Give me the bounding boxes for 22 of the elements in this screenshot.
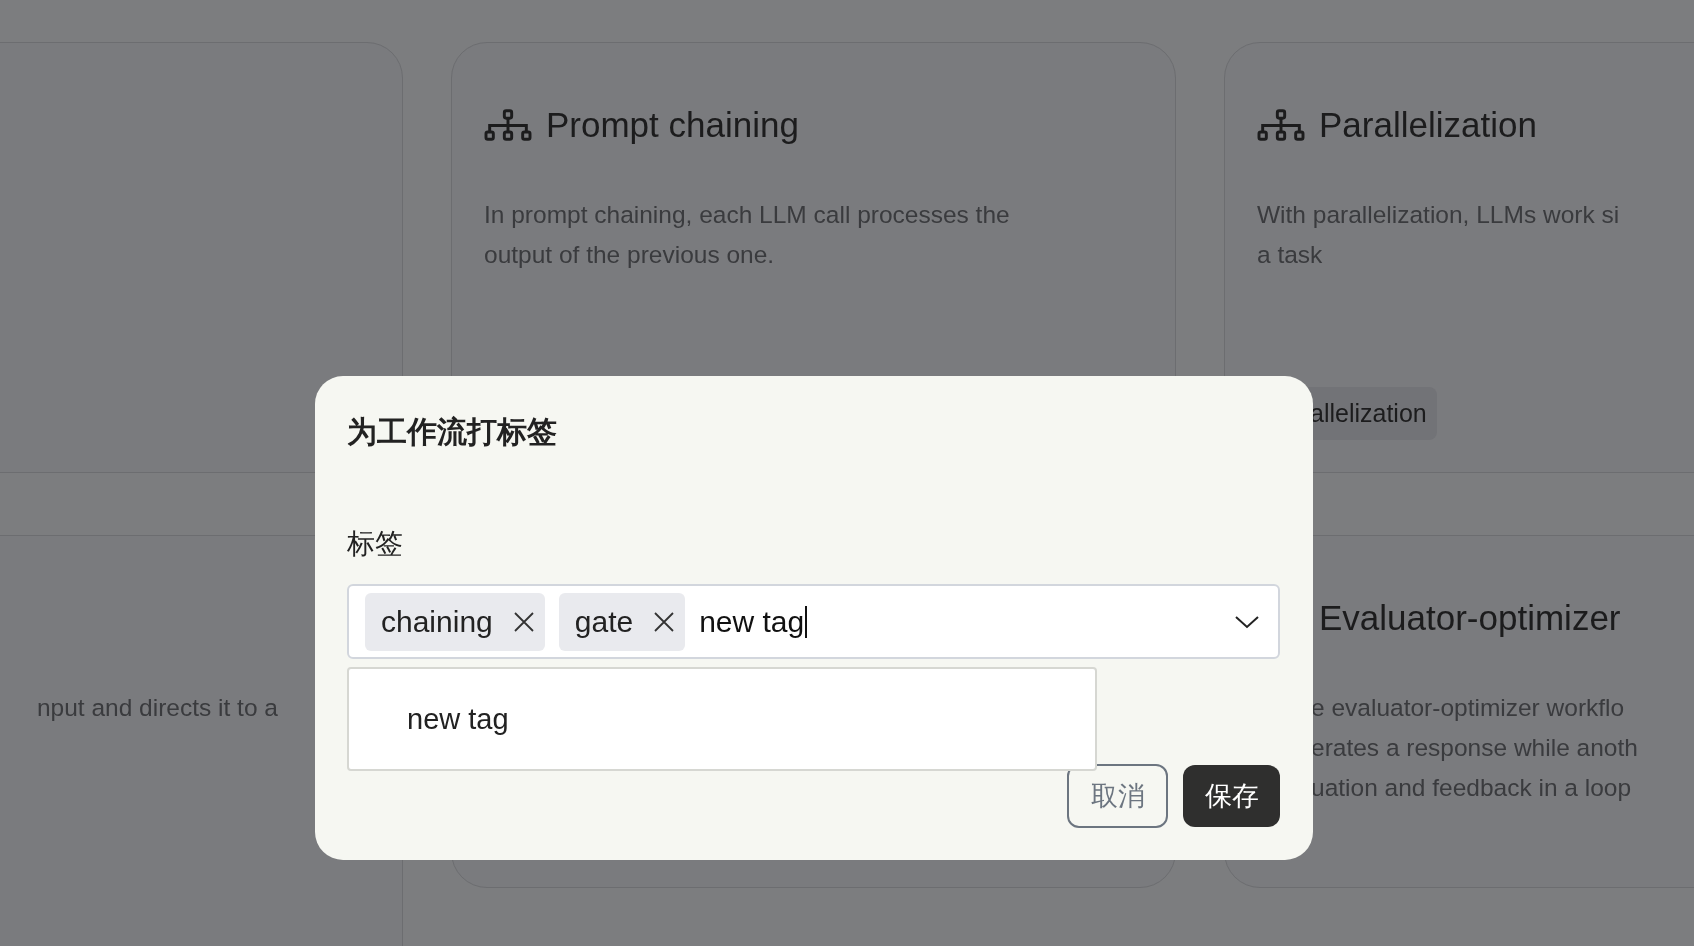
- card-description: nput and directs it to a: [36, 693, 278, 723]
- card-title: Parallelization: [1319, 105, 1537, 145]
- tag-chip: gate: [558, 592, 686, 651]
- field-label: 标签: [347, 527, 403, 561]
- card-description: erates a response while anoth: [1311, 733, 1638, 763]
- tag-select-field[interactable]: chaining gate new tag: [347, 584, 1280, 659]
- input-text: new tag: [699, 604, 805, 639]
- suggestion-option[interactable]: new tag: [349, 702, 509, 736]
- card-description: With parallelization, LLMs work si: [1257, 200, 1620, 230]
- card-description: In prompt chaining, each LLM call processes the: [484, 200, 1010, 230]
- card-title: Evaluator-optimizer: [1319, 598, 1621, 638]
- tag-chip: chaining: [365, 592, 545, 651]
- close-icon[interactable]: [512, 610, 535, 633]
- card-description: output of the previous one.: [484, 240, 775, 270]
- close-icon[interactable]: [653, 610, 676, 633]
- save-button[interactable]: 保存: [1183, 765, 1280, 827]
- card-description: a task: [1257, 240, 1323, 270]
- cancel-button[interactable]: 取消: [1067, 764, 1168, 828]
- dialog-title: 为工作流打标签: [347, 414, 557, 450]
- card-title: Prompt chaining: [546, 105, 799, 145]
- card-description: uation and feedback in a loop: [1311, 773, 1632, 803]
- chevron-down-icon[interactable]: [1234, 613, 1260, 630]
